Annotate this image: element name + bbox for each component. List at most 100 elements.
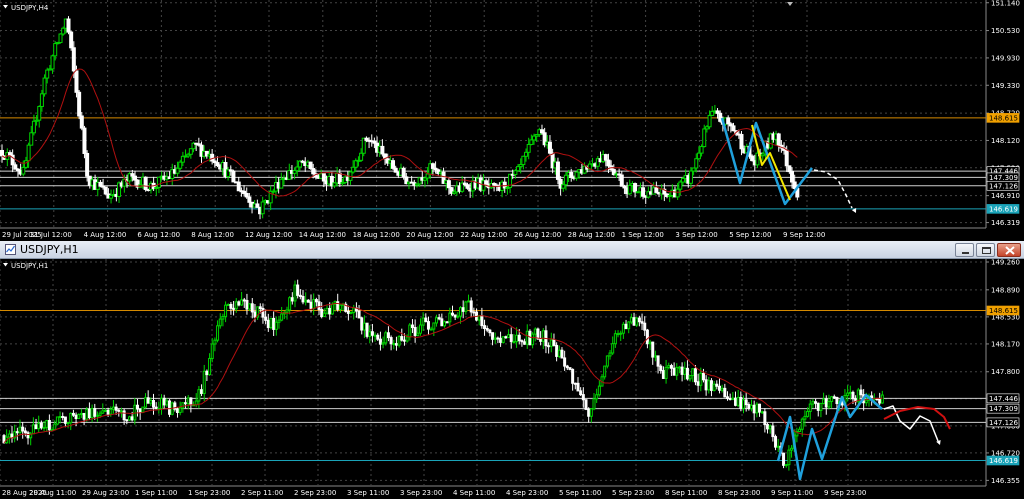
candle-bull	[101, 410, 105, 414]
candle-bull	[42, 426, 46, 429]
candle-bull	[103, 409, 107, 412]
candle-bull	[549, 339, 553, 347]
candle-bull	[304, 299, 308, 303]
h1-chart[interactable]: 28 Aug 202529 Aug 11:00 29 Aug 23:00 1 Sep…	[0, 259, 1024, 499]
candle-bull	[368, 331, 372, 337]
minimize-button[interactable]	[955, 243, 974, 257]
candle-bear	[520, 340, 524, 343]
candle-bear	[244, 192, 249, 198]
candle-bull	[529, 139, 534, 145]
close-button[interactable]	[997, 243, 1021, 257]
candle-bear	[485, 328, 489, 331]
chart-window-h1[interactable]: USDJPY,H1 28 Aug 2025 29 Aug 11:00 29 Aug …	[0, 241, 1024, 499]
candle-bear	[309, 301, 313, 309]
candle-bull	[98, 412, 102, 416]
candle-bear	[290, 297, 294, 302]
candle-bull	[627, 184, 632, 195]
candle-bear	[82, 412, 86, 420]
candle-bull	[595, 394, 599, 400]
window-title-bar[interactable]: USDJPY,H1	[0, 241, 1024, 259]
time-label: 12 Aug 12:00	[245, 231, 292, 239]
h4-chart[interactable]: 29 Jul 202531 Jul 12:00 4 Aug 12:00 6 Aug …	[0, 0, 1024, 240]
candle-bear	[563, 357, 567, 367]
candle-bear	[393, 167, 398, 173]
candle-bull	[848, 391, 852, 394]
candle-bear	[552, 339, 556, 346]
candle-bear	[236, 181, 241, 192]
candle-bull	[330, 303, 334, 315]
candle-bull	[443, 321, 446, 327]
time-label: 3 Sep 23:00	[400, 489, 442, 497]
candle-bull	[592, 398, 596, 410]
candle-bull	[325, 307, 329, 314]
candle-bear	[152, 400, 156, 408]
candle-bull	[293, 284, 297, 302]
candle-bull	[691, 368, 695, 377]
candle-bull	[285, 309, 289, 313]
price-badge-text: 147.126	[989, 419, 1018, 427]
candle-bear	[200, 389, 204, 394]
candle-bear	[672, 367, 676, 376]
candle-bear	[264, 316, 268, 321]
candle-bull	[373, 334, 377, 337]
candle-bull	[629, 317, 633, 323]
candle-bear	[723, 387, 727, 398]
candle-bull	[515, 334, 519, 343]
candle-bear	[461, 307, 465, 312]
chart-pane-h4[interactable]: 29 Jul 2025 31 Jul 12:00 4 Aug 12:00 6 Aug …	[0, 0, 1024, 240]
candle-bear	[453, 314, 457, 318]
candle-bull	[798, 428, 802, 433]
candle-bull	[61, 27, 66, 35]
candle-bear	[74, 414, 78, 420]
candle-bear	[480, 315, 484, 327]
candle-bull	[683, 367, 687, 375]
candle-bear	[413, 327, 417, 336]
candle-bear	[766, 424, 770, 430]
price-badge-text: 146.619	[989, 457, 1018, 465]
candle-bear	[93, 407, 97, 417]
candle-bull	[677, 366, 681, 369]
candle-bear	[253, 311, 257, 318]
candle-bear	[824, 398, 828, 408]
candle-bear	[859, 389, 863, 396]
time-label: 1 Sep 23:00	[188, 489, 230, 497]
candle-bear	[851, 391, 855, 400]
candle-bull	[664, 366, 668, 379]
candle-bull	[806, 410, 810, 417]
candle-bull	[731, 397, 735, 401]
candle-bull	[688, 375, 692, 380]
candle-bull	[143, 397, 147, 408]
candle-bear	[571, 368, 575, 384]
candle-bull	[352, 307, 356, 314]
candle-bear	[437, 317, 441, 320]
candle-bull	[790, 447, 794, 451]
candle-bear	[47, 420, 51, 431]
window-title: USDJPY,H1	[20, 243, 79, 256]
candle-bear	[835, 396, 839, 404]
candle-bull	[429, 328, 433, 331]
candle-bull	[635, 317, 639, 326]
candle-bear	[752, 404, 756, 414]
candle-bear	[547, 141, 552, 154]
maximize-button[interactable]	[976, 243, 995, 257]
candle-bear	[357, 310, 361, 319]
candle-bull	[712, 383, 716, 391]
candle-bear	[261, 307, 265, 318]
candle-bull	[533, 328, 537, 335]
candle-bull	[574, 171, 579, 179]
candle-bear	[391, 160, 396, 169]
time-label: 9 Sep 11:00	[771, 489, 813, 497]
candle-bull	[827, 400, 831, 408]
candle-bull	[822, 398, 826, 405]
candle-bear	[360, 317, 364, 331]
candle-bear	[659, 365, 663, 372]
candle-bear	[555, 161, 560, 180]
candle-bear	[176, 408, 180, 413]
candle-bear	[771, 425, 775, 438]
candle-bull	[563, 174, 568, 186]
candle-bear	[378, 338, 382, 345]
candle-bull	[149, 400, 153, 404]
candle-bull	[55, 416, 59, 425]
candle-bear	[130, 416, 134, 421]
candle-bear	[308, 161, 313, 170]
